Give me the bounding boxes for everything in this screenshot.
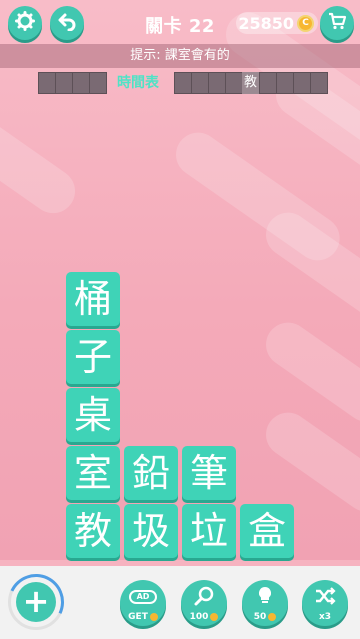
coin-icon (268, 613, 277, 621)
letter-tile[interactable]: 桶 (66, 272, 120, 326)
magnifier-icon (193, 586, 215, 612)
cart-icon (327, 11, 347, 35)
add-button[interactable]: + (0, 566, 72, 638)
top-bar: 關卡 22 25850 C (0, 0, 360, 44)
empty-slot (293, 72, 311, 94)
lightbulb-icon (255, 585, 275, 611)
hint-button[interactable]: 50 (242, 580, 288, 626)
letter-tile[interactable]: 筆 (182, 446, 236, 500)
empty-slot (38, 72, 56, 94)
bg-stripe (257, 313, 360, 431)
letter-tile[interactable]: 室 (66, 446, 120, 500)
magnify-cost: 100 (181, 612, 227, 622)
empty-slot (310, 72, 328, 94)
coin-icon (210, 613, 219, 621)
empty-slot (276, 72, 294, 94)
hint-cost: 50 (242, 612, 288, 622)
bg-stripe (257, 403, 360, 521)
coin-counter: 25850 C (236, 12, 318, 34)
empty-slot (259, 72, 277, 94)
shuffle-count: x3 (318, 612, 332, 622)
letter-tile[interactable]: 鉛 (124, 446, 178, 500)
magnify-cost-text: 100 (189, 612, 209, 622)
coin-icon: C (297, 14, 314, 32)
shuffle-icon (314, 587, 336, 609)
plus-icon: + (16, 582, 56, 622)
bg-stripe (0, 93, 84, 222)
empty-slot (72, 72, 90, 94)
letter-tile[interactable]: 子 (66, 330, 120, 384)
empty-slot (89, 72, 107, 94)
letter-tile[interactable]: 盒 (240, 504, 294, 558)
letter-tile[interactable]: 垃 (182, 504, 236, 558)
hint-bar: 提示: 課室會有的 (0, 44, 360, 68)
empty-slot (225, 72, 243, 94)
letter-tile[interactable]: 教 (66, 504, 120, 558)
empty-slot (174, 72, 192, 94)
get-text: GET (128, 612, 148, 622)
bg-stripe (257, 203, 360, 332)
shuffle-button[interactable]: x3 (302, 580, 348, 626)
found-word: 時間表 (117, 75, 159, 91)
coin-amount: 25850 (238, 13, 294, 33)
empty-slot (55, 72, 73, 94)
ad-icon: AD (129, 590, 157, 604)
magnify-button[interactable]: 100 (181, 580, 227, 626)
empty-slot (191, 72, 209, 94)
hint-cost-text: 50 (253, 612, 267, 622)
letter-tile[interactable]: 桌 (66, 388, 120, 442)
coin-icon (149, 613, 158, 621)
get-label: GET (120, 612, 166, 622)
partial-char: 教 (242, 72, 259, 94)
answer-row: 時間表 教 (0, 72, 360, 94)
bottom-toolbar: + AD GET 100 50 x3 (0, 566, 360, 639)
letter-tile[interactable]: 圾 (124, 504, 178, 558)
watch-ad-button[interactable]: AD GET (120, 580, 166, 626)
empty-slot (208, 72, 226, 94)
shop-button[interactable] (320, 6, 354, 40)
